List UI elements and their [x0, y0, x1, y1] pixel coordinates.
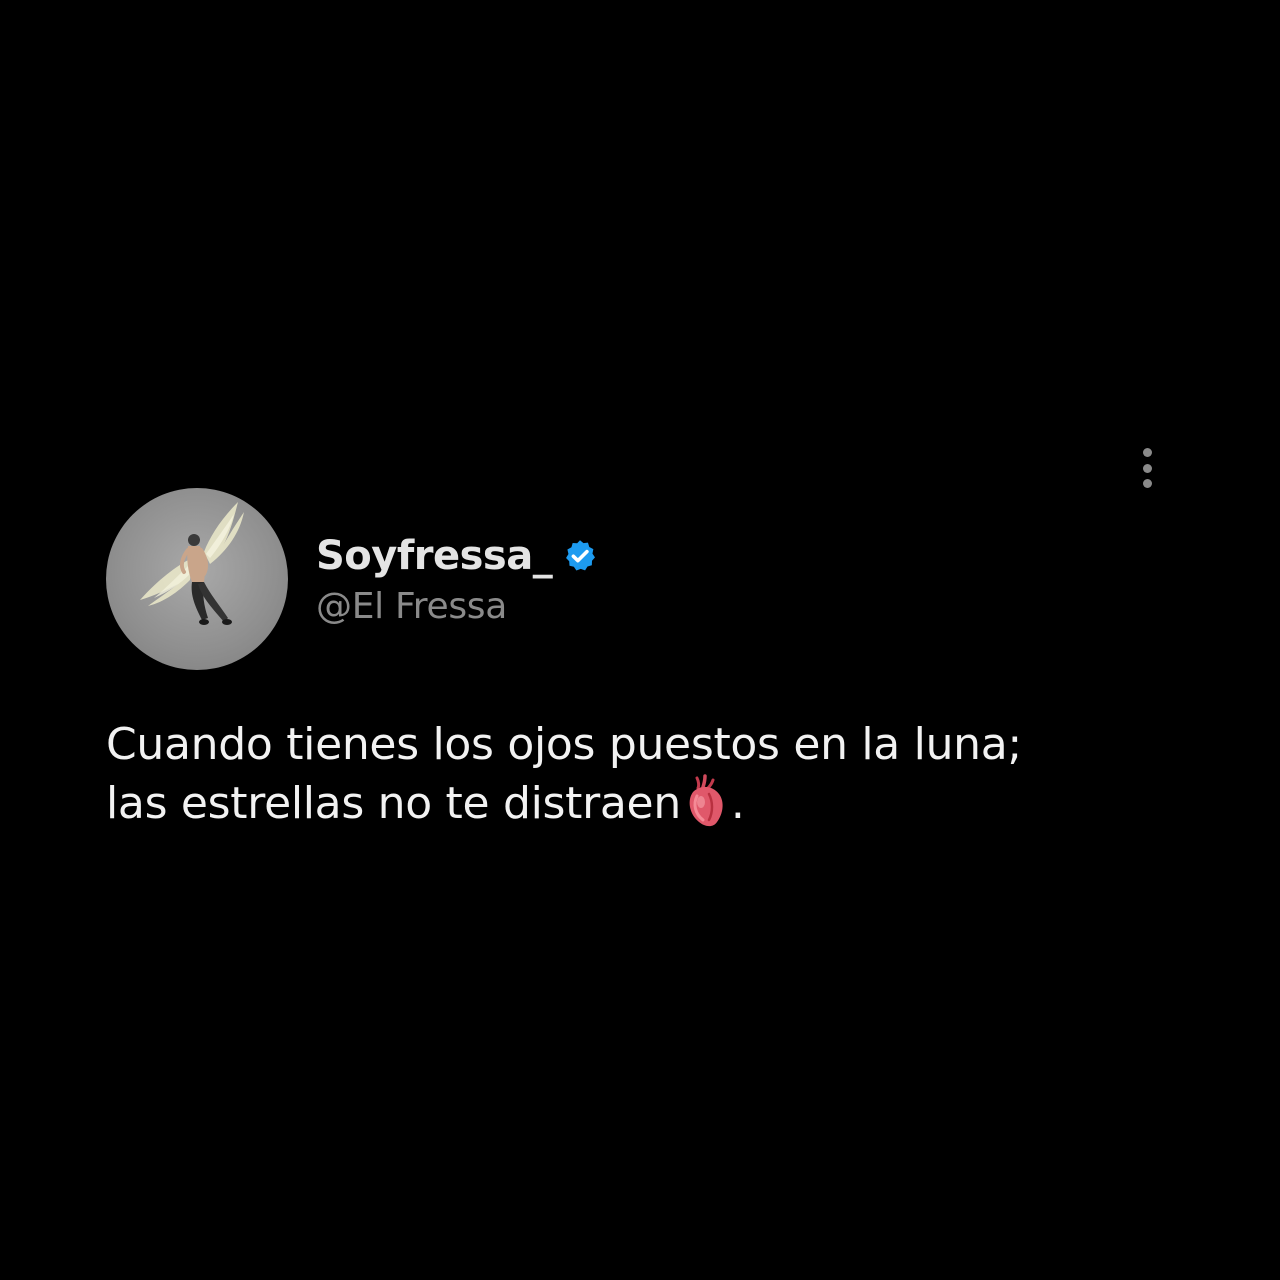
post-text-line-2-main: las estrellas no te distraen	[106, 778, 681, 829]
more-vertical-icon	[1142, 448, 1152, 457]
name-row: Soyfressa_	[316, 528, 598, 584]
more-vertical-icon-dot	[1142, 479, 1152, 488]
angel-figure-image	[140, 502, 244, 625]
more-vertical-icon-dot	[1142, 463, 1152, 473]
post-text-line-1: Cuando tienes los ojos puestos en la lun…	[106, 719, 1022, 770]
anatomical-heart-emoji-icon	[683, 774, 729, 830]
post-text-line-2-end: .	[730, 778, 745, 829]
post-text: Cuando tienes los ojos puestos en la lun…	[106, 716, 1186, 833]
display-name[interactable]: Soyfressa_	[316, 533, 553, 579]
post-text-line-2: las estrellas no te distraen .	[106, 774, 1186, 833]
verified-badge-icon	[562, 538, 598, 574]
user-handle[interactable]: @El Fressa	[316, 586, 507, 627]
more-options-button[interactable]	[1132, 444, 1162, 492]
post-card: Soyfressa_ @El Fressa Cuando tienes los …	[0, 0, 1280, 1280]
avatar[interactable]	[106, 488, 288, 670]
